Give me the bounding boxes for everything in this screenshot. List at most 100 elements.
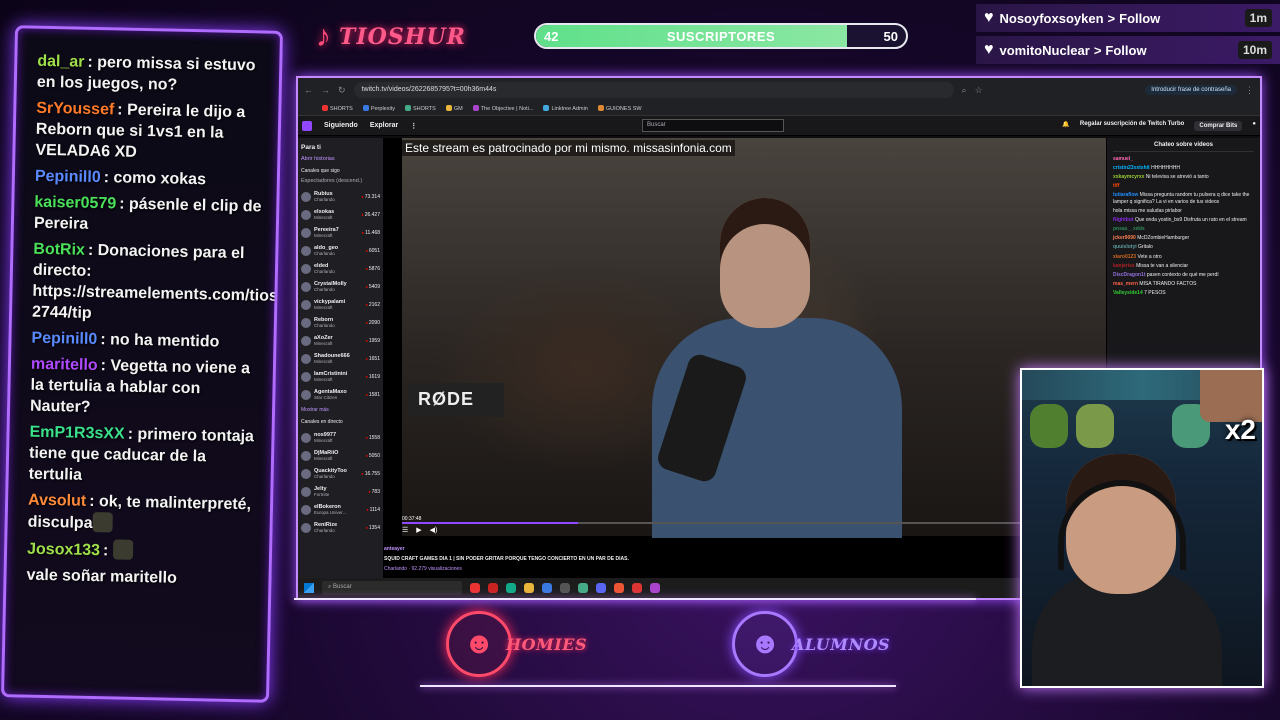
forward-icon[interactable]: → bbox=[321, 85, 330, 95]
sidebar-channel[interactable]: ReniRizeCharlando1354 bbox=[301, 519, 380, 537]
windows-start-icon[interactable] bbox=[304, 583, 314, 593]
chrome-icon[interactable] bbox=[578, 583, 588, 593]
sidebar-channel[interactable]: IamCristininiMinecraft1619 bbox=[301, 368, 380, 386]
bookmark-item[interactable]: GUIONES SW bbox=[597, 105, 642, 112]
nav-browse[interactable]: Explorar bbox=[370, 122, 398, 129]
chat-user[interactable]: xiaro0123 bbox=[1113, 254, 1136, 260]
settings-icon[interactable]: ☰ bbox=[402, 526, 408, 534]
pokeball-icon[interactable] bbox=[632, 583, 642, 593]
search-icon[interactable]: ⌕ bbox=[962, 85, 967, 96]
play-icon[interactable]: ▶ bbox=[416, 526, 421, 534]
sidebar-channel[interactable]: QuackityTooCharlando16.755 bbox=[301, 465, 380, 483]
folder-icon[interactable] bbox=[524, 583, 534, 593]
sidebar-channel[interactable]: JeltyFortnite783 bbox=[301, 483, 380, 501]
chat-user[interactable]: posas__xdds bbox=[1113, 226, 1145, 232]
chat-user[interactable]: Valleyside14 bbox=[1113, 290, 1143, 296]
twitch-logo-icon[interactable] bbox=[302, 120, 312, 131]
taskbar-search[interactable]: ⌕ Buscar bbox=[322, 581, 462, 595]
heart-icon: ♥ bbox=[984, 41, 994, 58]
app-icon[interactable] bbox=[560, 583, 570, 593]
sidebar-channel[interactable]: eldedCharlando5876 bbox=[301, 260, 380, 278]
sidebar-for-you: Para ti bbox=[301, 144, 321, 151]
bookmark-item[interactable]: Perplexity bbox=[362, 105, 395, 112]
chat-user[interactable]: mas_mern bbox=[1113, 281, 1138, 287]
bookmark-item[interactable]: SHORTS bbox=[404, 105, 436, 112]
buy-bits-button[interactable]: Comprar Bits bbox=[1194, 120, 1243, 131]
chat-user[interactable]: quuislotyi bbox=[1113, 244, 1137, 250]
overlay-chat-message: kaiser0579: pásenle el clip de Pereira bbox=[34, 192, 265, 239]
chat-user[interactable]: tiff bbox=[1113, 183, 1119, 189]
video-meta: Charlando · 92.279 visualizaciones bbox=[384, 566, 462, 572]
notifications-icon[interactable]: 🔔 bbox=[1062, 121, 1069, 131]
sidebar-channel[interactable]: DjMaRiiOMinecraft5050 bbox=[301, 447, 380, 465]
bookmark-item[interactable]: SHORTS bbox=[322, 105, 353, 112]
sidebar-channel[interactable]: vickypalamiMinecraft2162 bbox=[301, 296, 380, 314]
mask-icon: ☻ bbox=[446, 611, 512, 677]
menu-icon[interactable]: ⋮ bbox=[1245, 85, 1254, 96]
sidebar-channel[interactable]: CrystalMollyCharlando5409 bbox=[301, 278, 380, 296]
address-bar[interactable]: twitch.tv/videos/2622685795?t=00h36m44s bbox=[353, 82, 954, 98]
chat-user[interactable]: DiscDragon1t bbox=[1113, 272, 1146, 278]
video-channel[interactable]: anteayer bbox=[384, 544, 629, 554]
chat-text: HHHHHHHH bbox=[1151, 165, 1180, 172]
sidebar-channel[interactable]: Shadoune666Minecraft1651 bbox=[301, 350, 380, 368]
sidebar-channel[interactable]: AgentaMaxoStar Citizen1581 bbox=[301, 386, 380, 404]
password-prompt-button[interactable]: Introducir frase de contraseña bbox=[1145, 85, 1237, 95]
sidebar-channel[interactable]: nos9977Minecraft1558 bbox=[301, 429, 380, 447]
chat-user[interactable]: samuel_ bbox=[1113, 156, 1133, 162]
discord-icon[interactable] bbox=[596, 583, 606, 593]
gift-turbo-button[interactable]: Regalar suscripción de Twitch Turbo bbox=[1080, 121, 1184, 131]
chat-user[interactable]: xxkaymcyrxx bbox=[1113, 174, 1144, 180]
chat-user[interactable]: cristin23xxtshit bbox=[1113, 165, 1150, 171]
edge-icon[interactable] bbox=[506, 583, 516, 593]
channel-category: Minecraft bbox=[314, 341, 333, 346]
opera-icon[interactable] bbox=[488, 583, 498, 593]
sidebar-channel[interactable]: aldo_geoCharlando6051 bbox=[301, 242, 380, 260]
sidebar-channel[interactable]: RubiusCharlando73.314 bbox=[301, 188, 380, 206]
brand-name: TIOSHUR bbox=[339, 24, 466, 50]
sidebar-channel[interactable]: RebornCharlando2090 bbox=[301, 314, 380, 332]
chat-message: tutiaraflow Missa pregunta random tu pul… bbox=[1113, 192, 1254, 205]
overlay-chat-separator: : bbox=[119, 195, 130, 213]
browser-toolbar: ← → ↻ twitch.tv/videos/2622685795?t=00h3… bbox=[298, 78, 1260, 102]
reload-icon[interactable]: ↻ bbox=[338, 85, 346, 96]
avatar[interactable]: ● bbox=[1252, 121, 1256, 131]
store-icon[interactable] bbox=[542, 583, 552, 593]
overlay-chat-message: BotRix: Donaciones para el directo: http… bbox=[32, 239, 283, 328]
overlay-chat-separator: : bbox=[87, 53, 98, 71]
seek-bar[interactable] bbox=[402, 522, 1106, 524]
app-icon[interactable] bbox=[650, 583, 660, 593]
app-icon[interactable] bbox=[614, 583, 624, 593]
bookmark-item[interactable]: Linktree Admin bbox=[543, 105, 588, 112]
star-icon[interactable]: ☆ bbox=[975, 85, 983, 96]
chat-message: quuislotyi Gritalo bbox=[1113, 244, 1254, 251]
sidebar-channel[interactable]: Pereeira7Minecraft11.468 bbox=[301, 224, 380, 242]
chat-user[interactable]: Nightbot bbox=[1113, 217, 1134, 223]
more-icon[interactable]: ⋮ bbox=[410, 122, 417, 130]
chat-user[interactable]: kanjeriss bbox=[1113, 263, 1135, 269]
sidebar-channel[interactable]: elxokasMinecraft26.427 bbox=[301, 206, 380, 224]
streamer-head bbox=[720, 198, 810, 328]
show-more-link[interactable]: Mostrar más bbox=[301, 407, 380, 413]
brave-icon[interactable] bbox=[470, 583, 480, 593]
open-stories-link[interactable]: Abrir historias bbox=[301, 156, 380, 162]
avatar bbox=[301, 210, 311, 220]
sidebar-channel[interactable]: aXoZerMinecraft1959 bbox=[301, 332, 380, 350]
twitch-search-input[interactable]: Buscar bbox=[642, 119, 784, 132]
back-icon[interactable]: ← bbox=[304, 85, 313, 95]
bookmark-item[interactable]: The Objective | Noti... bbox=[472, 105, 533, 112]
video-player[interactable]: RØDE Este stream es patrocinado por mi m… bbox=[384, 138, 1106, 582]
viewer-count: 5050 bbox=[365, 453, 380, 459]
chat-user[interactable]: tutiaraflow bbox=[1113, 192, 1138, 198]
avatar bbox=[301, 318, 311, 328]
alumnos-label: ALUMNOS bbox=[792, 634, 891, 654]
bookmark-item[interactable]: GM bbox=[445, 105, 463, 112]
volume-icon[interactable]: ◀) bbox=[430, 526, 438, 534]
chat-user[interactable]: jcker9090 bbox=[1113, 235, 1136, 241]
brand-logo: ♪ TIOSHUR bbox=[316, 20, 466, 54]
chevron-right-icon: > bbox=[1107, 10, 1116, 26]
overlay-chat-user: BotRix bbox=[33, 240, 86, 259]
nav-following[interactable]: Siguiendo bbox=[324, 122, 358, 129]
sidebar-channel[interactable]: elBokeronEuropa Univer...1114 bbox=[301, 501, 380, 519]
video-frame[interactable]: RØDE Este stream es patrocinado por mi m… bbox=[402, 138, 1106, 538]
